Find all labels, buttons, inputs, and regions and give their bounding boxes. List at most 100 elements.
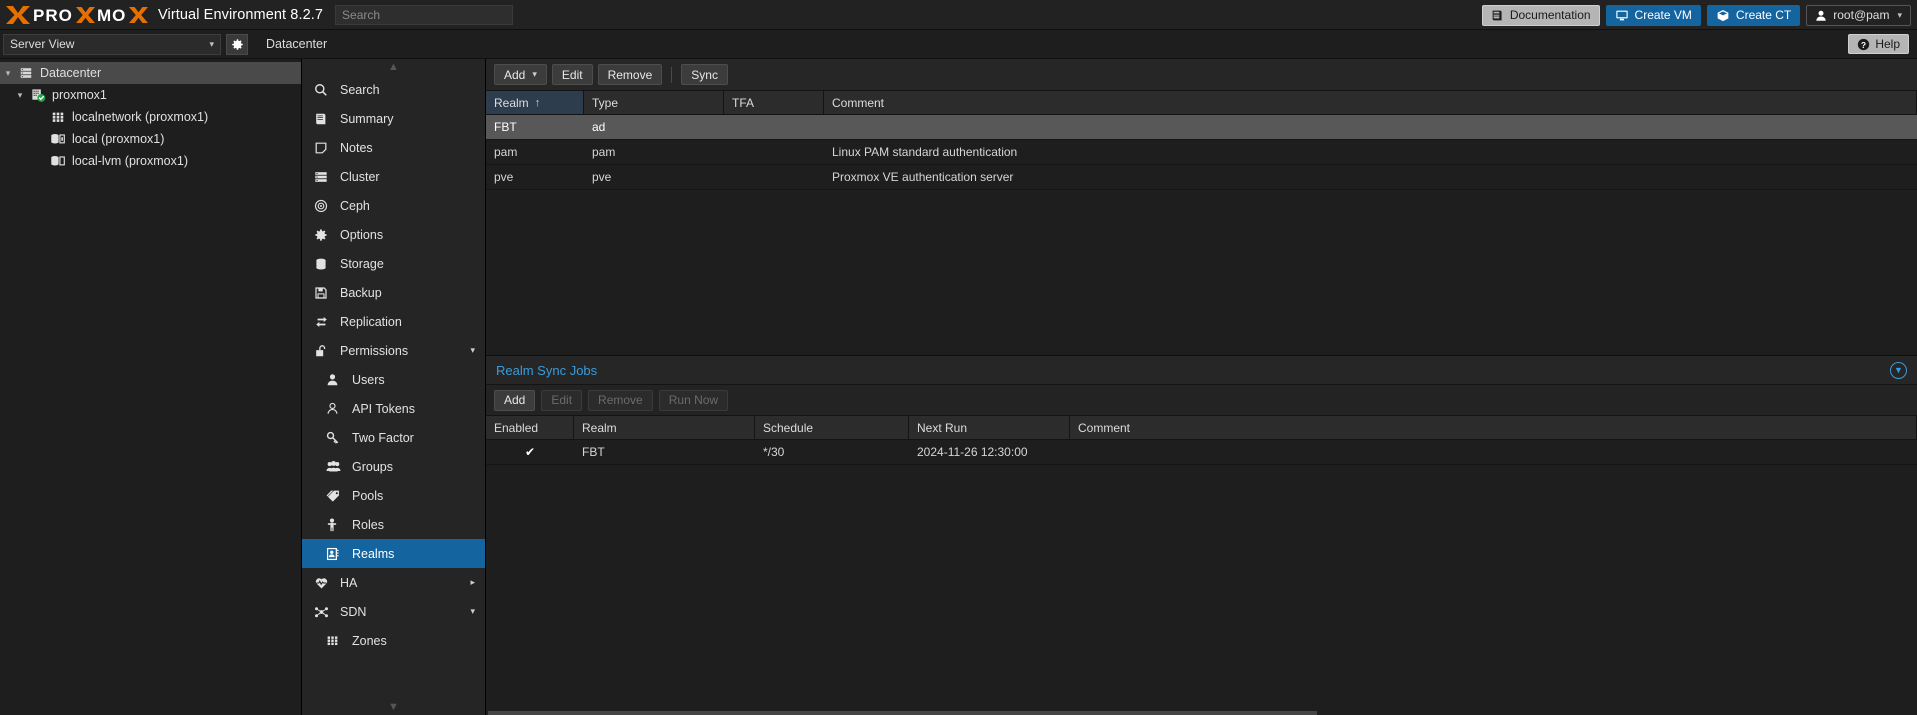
cell-enabled: ✔ [486,440,574,464]
nav-item-realms[interactable]: Realms [302,539,485,568]
horizontal-scrollbar[interactable] [488,711,1917,715]
user-menu-button[interactable]: root@pam ▾ [1806,4,1911,26]
node-online-icon [28,88,48,103]
nav-item-label: Storage [340,256,384,271]
nav-item-two-factor[interactable]: Two Factor [302,423,485,452]
app-header: PRO MO Virtual Environment 8.2.7 Documen… [0,0,1917,30]
backup-icon [314,286,336,300]
nav-item-pools[interactable]: Pools [302,481,485,510]
header-actions: Documentation Create VM Create CT root@p… [1481,0,1911,30]
proxmox-logo[interactable]: PRO MO Virtual Environment 8.2.7 [0,0,323,29]
help-button[interactable]: ? Help [1848,34,1909,54]
scrollbar-thumb[interactable] [488,711,1317,715]
chevron-right-icon[interactable]: ▸ [470,577,475,588]
ceph-icon [314,199,336,213]
nav-item-summary[interactable]: Summary [302,104,485,133]
nav-item-cluster[interactable]: Cluster [302,162,485,191]
documentation-button[interactable]: Documentation [1481,4,1600,26]
column-header-next-run[interactable]: Next Run [909,416,1070,439]
replication-icon [314,315,336,329]
view-selector[interactable]: Server View ▾ [3,33,221,55]
tree-item-proxmox1[interactable]: ▾ proxmox1 [0,84,301,106]
realms-add-button[interactable]: Add ▾ [494,64,547,85]
nav-item-label: Groups [352,459,393,474]
sync-jobs-grid: Enabled Realm Schedule Next Run Comment … [486,416,1917,465]
create-vm-button[interactable]: Create VM [1605,4,1701,26]
groups-icon [326,460,348,473]
checkmark-icon: ✔ [524,445,536,459]
chevron-down-icon: ▾ [532,69,537,79]
nav-item-options[interactable]: Options [302,220,485,249]
create-ct-button[interactable]: Create CT [1706,4,1801,26]
column-header-type[interactable]: Type [584,91,724,114]
gear-icon [314,228,336,242]
svg-text:PRO: PRO [33,6,73,25]
tree-item-localnetwork[interactable]: localnetwork (proxmox1) [0,106,301,128]
cell-tfa [724,140,824,164]
table-row[interactable]: FBT ad [486,115,1917,140]
column-header-enabled[interactable]: Enabled [486,416,574,439]
user-icon [326,373,348,386]
svg-text:?: ? [1861,39,1866,49]
search-input[interactable] [335,4,514,25]
nav-item-label: Summary [340,111,394,126]
user-icon [1816,10,1826,21]
column-header-tfa[interactable]: TFA [724,91,824,114]
chevron-down-icon[interactable]: ▾ [470,606,475,617]
tree-item-label: localnetwork (proxmox1) [72,110,209,124]
nav-item-zones[interactable]: Zones [302,626,485,655]
nav-item-label: Realms [352,546,395,561]
tree-item-label: local (proxmox1) [72,132,165,146]
tree-item-local[interactable]: local (proxmox1) [0,128,301,150]
realms-remove-button[interactable]: Remove [597,64,663,85]
realms-grid: Realm ↑ Type TFA Comment FBT ad pam pam … [486,91,1917,355]
nav-scroll-up-icon[interactable]: ▲ [302,59,485,75]
table-row[interactable]: pve pve Proxmox VE authentication server [486,165,1917,190]
cell-comment [1070,440,1917,464]
nav-item-notes[interactable]: Notes [302,133,485,162]
sync-add-button[interactable]: Add [494,389,536,411]
column-header-type-label: Type [592,95,619,110]
sync-run-now-button: Run Now [658,389,729,411]
realms-edit-label: Edit [561,67,583,82]
nav-item-ceph[interactable]: Ceph [302,191,485,220]
nav-item-permissions[interactable]: Permissions ▾ [302,336,485,365]
nav-scroll-down-icon[interactable]: ▼ [302,699,485,715]
nav-item-api-tokens[interactable]: API Tokens [302,394,485,423]
realms-edit-button[interactable]: Edit [551,64,593,85]
cell-tfa [724,165,824,189]
chevron-down-icon[interactable]: ▾ [12,90,28,101]
chevron-down-icon[interactable]: ▾ [470,345,475,356]
nav-item-roles[interactable]: Roles [302,510,485,539]
nav-item-users[interactable]: Users [302,365,485,394]
column-header-realm[interactable]: Realm ↑ [486,91,584,114]
column-header-realm[interactable]: Realm [574,416,755,439]
column-header-comment[interactable]: Comment [824,91,1917,114]
help-label: Help [1875,37,1900,51]
tree-item-datacenter[interactable]: ▾ Datacenter [0,62,301,84]
settings-gear-button[interactable] [226,33,248,55]
nav-item-ha[interactable]: HA ▸ [302,568,485,597]
nav-item-search[interactable]: Search [302,75,485,104]
nav-item-label: Pools [352,488,384,503]
sync-edit-label: Edit [551,393,573,407]
chevron-down-icon[interactable]: ▾ [0,68,16,79]
column-header-comment-label: Comment [832,95,885,110]
nav-item-storage[interactable]: Storage [302,249,485,278]
column-header-schedule[interactable]: Schedule [755,416,909,439]
realms-sync-button[interactable]: Sync [681,64,728,85]
nav-item-backup[interactable]: Backup [302,278,485,307]
monitor-icon [1615,10,1628,20]
tree-item-local-lvm[interactable]: local-lvm (proxmox1) [0,150,301,172]
nav-item-sdn[interactable]: SDN ▾ [302,597,485,626]
breadcrumb[interactable]: Datacenter [266,37,327,51]
chevron-down-icon[interactable]: ▼ [1890,361,1907,379]
nav-item-replication[interactable]: Replication [302,307,485,336]
nav-item-list: Search Summary Notes Cluster Ceph Option… [302,75,485,699]
nav-item-groups[interactable]: Groups [302,452,485,481]
column-header-comment[interactable]: Comment [1070,416,1917,439]
table-row[interactable]: pam pam Linux PAM standard authenticatio… [486,140,1917,165]
table-row[interactable]: ✔ FBT */30 2024-11-26 12:30:00 [486,440,1917,465]
toolbar-divider [671,66,673,83]
nav-item-label: SDN [340,604,367,619]
